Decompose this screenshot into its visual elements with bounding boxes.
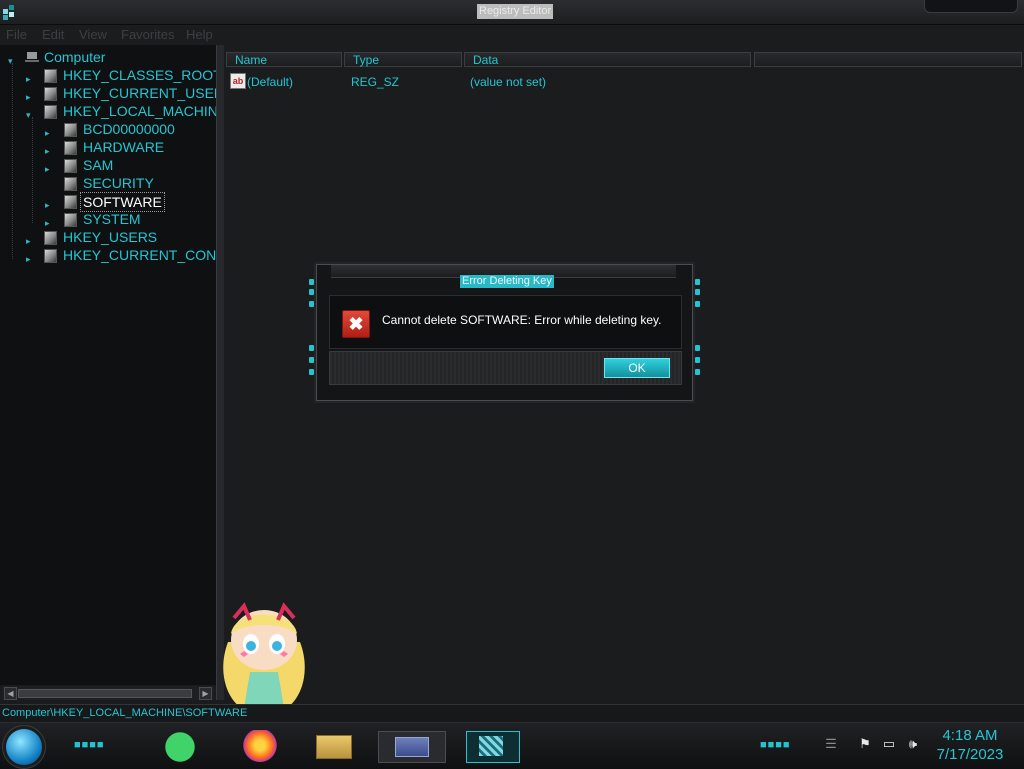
- status-path: Computer\HKEY_LOCAL_MACHINE\SOFTWARE: [2, 707, 248, 719]
- collapsed-arrow-icon[interactable]: ▸: [45, 142, 50, 160]
- flag-icon[interactable]: ⚑: [858, 737, 872, 751]
- registry-editor-icon: [3, 5, 14, 20]
- taskbar-decoration: ■■■■: [760, 739, 791, 751]
- collapsed-arrow-icon[interactable]: ▸: [26, 250, 31, 268]
- folder-icon: [44, 105, 57, 119]
- character-mascot-image: [223, 602, 305, 718]
- column-header-blank: [754, 52, 1022, 67]
- dialog-led: [309, 301, 314, 307]
- folder-icon: [64, 177, 77, 191]
- collapsed-arrow-icon[interactable]: ▸: [26, 88, 31, 106]
- tree-node-label: SAM: [83, 157, 114, 173]
- show-hidden-icons[interactable]: ☰: [824, 737, 838, 751]
- tree-node-label: SECURITY: [83, 175, 154, 191]
- dialog-led: [695, 289, 700, 295]
- dialog-button-area: OK: [329, 351, 682, 385]
- taskbar-decoration: ■■■■: [74, 739, 105, 751]
- collapsed-arrow-icon[interactable]: ▸: [45, 196, 50, 214]
- collapsed-arrow-icon[interactable]: ▸: [45, 214, 50, 232]
- folder-icon: [64, 159, 77, 173]
- menu-favorites[interactable]: Favorites: [121, 27, 174, 42]
- tree-horizontal-scrollbar[interactable]: ◀ ▶: [2, 686, 214, 700]
- dialog-title: Error Deleting Key: [460, 275, 554, 288]
- column-header-name[interactable]: Name: [226, 52, 342, 67]
- tree-node-label: HKEY_USERS: [63, 229, 158, 245]
- tree-node-label: HKEY_LOCAL_MACHINE: [63, 103, 216, 119]
- scroll-right-icon[interactable]: ▶: [199, 687, 212, 700]
- string-value-icon: ab: [230, 73, 246, 89]
- collapsed-arrow-icon[interactable]: ▸: [26, 70, 31, 88]
- dialog-led: [309, 345, 314, 351]
- folder-icon: [44, 249, 57, 263]
- menu-view[interactable]: View: [79, 27, 107, 42]
- dialog-led: [695, 345, 700, 351]
- folder-icon: [44, 69, 57, 83]
- registry-editor-taskbar-button[interactable]: [466, 731, 520, 763]
- value-type: REG_SZ: [351, 75, 400, 89]
- computer-icon: [25, 52, 39, 62]
- tree-node-label: HKEY_CLASSES_ROOT: [63, 67, 216, 83]
- start-button[interactable]: [6, 729, 42, 765]
- menu-edit[interactable]: Edit: [42, 27, 64, 42]
- dialog-message: Cannot delete SOFTWARE: Error while dele…: [382, 313, 662, 327]
- tree-guide-line: [32, 117, 33, 223]
- tree-node-label: SYSTEM: [83, 211, 141, 227]
- dialog-led: [695, 301, 700, 307]
- tree-node-label: HKEY_CURRENT_CONFI: [63, 247, 216, 263]
- dialog-led: [309, 369, 314, 375]
- menu-file[interactable]: File: [6, 27, 27, 42]
- taskbar: ■■■■ ■■■■ ☰ ⚑ ▭ 🕪 4:18 AM 7/17/2023: [0, 722, 1024, 769]
- window-controls[interactable]: [924, 0, 1018, 13]
- folder-icon: [64, 123, 77, 137]
- status-bar: Computer\HKEY_LOCAL_MACHINE\SOFTWARE: [0, 704, 1024, 723]
- clock-date[interactable]: 7/17/2023: [930, 746, 1010, 763]
- title-bar: Registry Editor: [0, 0, 1024, 25]
- value-data: (value not set): [470, 75, 547, 89]
- tree-guide-line: [12, 63, 13, 259]
- column-header-data[interactable]: Data: [464, 52, 751, 67]
- folder-icon: [64, 141, 77, 155]
- folder-icon: [64, 213, 77, 227]
- dialog-led: [309, 289, 314, 295]
- collapsed-arrow-icon[interactable]: ▸: [45, 160, 50, 178]
- error-dialog: Error Deleting Key ✖ Cannot delete SOFTW…: [309, 264, 700, 401]
- window-title: Registry Editor: [477, 4, 554, 19]
- dialog-led: [695, 369, 700, 375]
- registry-tree: ▾ Computer ▸ HKEY_CLASSES_ROOT ▸ HKEY_CU…: [0, 45, 216, 685]
- value-name: (Default): [247, 75, 294, 89]
- dialog-led: [309, 279, 314, 285]
- collapsed-arrow-icon[interactable]: ▸: [26, 232, 31, 250]
- window-preview-icon: [395, 737, 429, 757]
- tree-node-label: HKEY_CURRENT_USER: [63, 85, 216, 101]
- expanded-arrow-icon[interactable]: ▾: [26, 106, 31, 124]
- file-explorer-icon[interactable]: [316, 735, 352, 759]
- ok-button[interactable]: OK: [604, 358, 670, 378]
- firefox-icon[interactable]: [240, 730, 280, 764]
- taskbar-window-preview[interactable]: [378, 731, 446, 763]
- tree-node-label: SOFTWARE: [80, 192, 165, 212]
- tree-node-label: Computer: [44, 49, 106, 65]
- expanded-arrow-icon[interactable]: ▾: [8, 52, 13, 70]
- spotify-icon[interactable]: [160, 730, 200, 764]
- folder-icon: [44, 87, 57, 101]
- tree-node-label: HARDWARE: [83, 139, 165, 155]
- dialog-content: ✖ Cannot delete SOFTWARE: Error while de…: [329, 295, 682, 349]
- error-icon: ✖: [342, 310, 370, 338]
- tree-node-label: BCD00000000: [83, 121, 175, 137]
- volume-icon[interactable]: 🕪: [906, 737, 920, 751]
- scrollbar-thumb[interactable]: [18, 689, 192, 698]
- menu-bar: File Edit View Favorites Help: [0, 25, 1024, 45]
- registry-editor-icon: [479, 736, 503, 756]
- collapsed-arrow-icon[interactable]: ▸: [45, 124, 50, 142]
- dialog-led: [695, 357, 700, 363]
- clock-time[interactable]: 4:18 AM: [930, 727, 1010, 744]
- dialog-led: [695, 279, 700, 285]
- menu-help[interactable]: Help: [186, 27, 213, 42]
- folder-icon: [64, 195, 77, 209]
- network-icon[interactable]: ▭: [882, 737, 896, 751]
- column-header-type[interactable]: Type: [344, 52, 462, 67]
- folder-icon: [44, 231, 57, 245]
- scroll-left-icon[interactable]: ◀: [4, 687, 17, 700]
- dialog-led: [309, 357, 314, 363]
